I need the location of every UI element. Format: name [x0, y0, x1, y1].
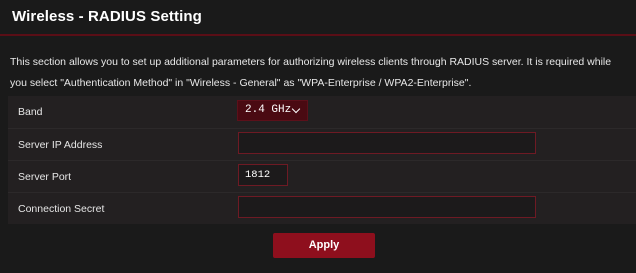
- apply-button[interactable]: Apply: [273, 233, 375, 258]
- server-port-label: Server Port: [18, 171, 72, 183]
- connection-secret-label: Connection Secret: [18, 203, 105, 215]
- server-port-input[interactable]: 1812: [238, 164, 288, 186]
- band-select-value: 2.4 GHz: [245, 104, 292, 116]
- server-ip-row: Server IP Address: [8, 129, 636, 161]
- chevron-down-icon: [291, 104, 301, 114]
- band-row: Band 2.4 GHz: [8, 96, 636, 128]
- server-ip-label: Server IP Address: [18, 139, 103, 151]
- description-line-1: This section allows you to set up additi…: [10, 56, 612, 68]
- server-port-row: Server Port 1812: [8, 161, 636, 193]
- description-line-2: you select "Authentication Method" in "W…: [10, 77, 472, 89]
- settings-table: Band 2.4 GHz Server IP Address Server Po…: [8, 96, 636, 224]
- band-select[interactable]: 2.4 GHz: [237, 100, 308, 121]
- band-label: Band: [18, 106, 43, 118]
- page-title: Wireless - RADIUS Setting: [12, 8, 202, 25]
- server-ip-input[interactable]: [238, 132, 536, 154]
- radius-settings-panel: Wireless - RADIUS Setting This section a…: [0, 0, 636, 273]
- connection-secret-input[interactable]: [238, 196, 536, 218]
- section-description: This section allows you to set up additi…: [10, 52, 636, 94]
- title-divider: [0, 34, 636, 36]
- connection-secret-row: Connection Secret: [8, 193, 636, 225]
